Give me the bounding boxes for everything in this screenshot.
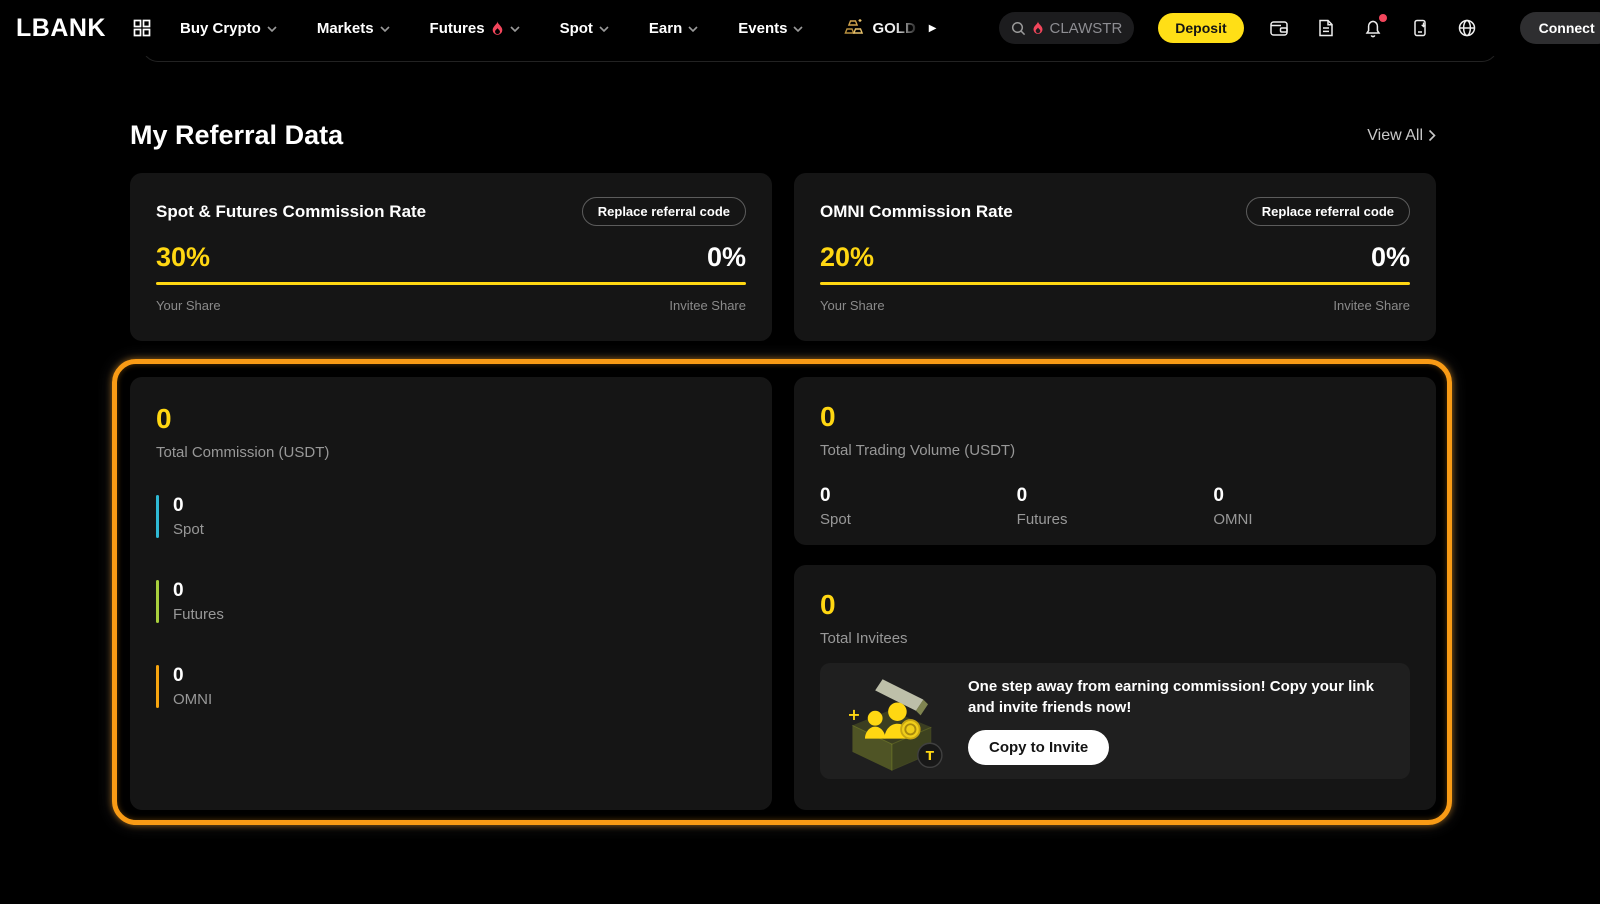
search-value: CLAWSTR <box>1050 20 1123 37</box>
share-ratio-bar <box>156 282 746 285</box>
invitee-share-label: Invitee Share <box>1333 298 1410 313</box>
spot-color-bar <box>156 495 159 538</box>
total-commission-card: 0 Total Commission (USDT) 0 Spot 0 <box>130 377 772 810</box>
omni-volume-value: 0 <box>1213 485 1410 507</box>
flame-icon <box>491 21 504 36</box>
main-nav: Buy Crypto Markets Futures Spot Earn <box>180 20 803 37</box>
search-icon <box>1011 21 1026 36</box>
view-all-link[interactable]: View All <box>1367 127 1436 145</box>
nav-spot[interactable]: Spot <box>560 20 609 37</box>
spot-commission-value: 0 <box>173 495 204 517</box>
invitee-share-label: Invitee Share <box>669 298 746 313</box>
commission-item-omni: 0 OMNI <box>156 665 746 708</box>
connect-wallet-button[interactable]: Connect <box>1520 12 1600 44</box>
nav-gold-label: GOLD <box>872 20 915 37</box>
svg-text:T: T <box>926 749 935 763</box>
volume-stat-spot: 0 Spot <box>820 485 1017 528</box>
nav-gold[interactable]: GOLD ▶ <box>843 18 936 38</box>
invite-promo-text: One step away from earning commission! C… <box>968 677 1388 718</box>
spot-commission-label: Spot <box>173 521 204 538</box>
caret-right-icon: ▶ <box>929 23 937 34</box>
rate-card-title: OMNI Commission Rate <box>820 202 1013 222</box>
chevron-down-icon <box>599 26 609 32</box>
chevron-down-icon <box>510 26 520 32</box>
nav-markets-label: Markets <box>317 20 374 37</box>
nav-buy-crypto[interactable]: Buy Crypto <box>180 20 277 37</box>
futures-volume-label: Futures <box>1017 511 1214 528</box>
your-share-label: Your Share <box>820 298 885 313</box>
chevron-down-icon <box>793 26 803 32</box>
chevron-right-icon <box>1428 129 1436 142</box>
nav-futures[interactable]: Futures <box>430 20 520 37</box>
spot-futures-rate-card: Spot & Futures Commission Rate Replace r… <box>130 173 772 341</box>
page-title: My Referral Data <box>130 120 343 151</box>
chevron-down-icon <box>380 26 390 32</box>
invitee-share-rate: 0% <box>1371 242 1410 273</box>
omni-volume-label: OMNI <box>1213 511 1410 528</box>
grid-icon <box>132 18 152 38</box>
trending-flame-icon <box>1032 21 1044 35</box>
orders-document-icon[interactable] <box>1315 17 1337 39</box>
omni-color-bar <box>156 665 159 708</box>
svg-text:+: + <box>847 705 860 724</box>
commission-item-futures: 0 Futures <box>156 580 746 623</box>
nav-earn-label: Earn <box>649 20 682 37</box>
replace-referral-code-button[interactable]: Replace referral code <box>582 197 746 226</box>
spot-volume-value: 0 <box>820 485 1017 507</box>
notification-badge-dot <box>1379 14 1387 22</box>
top-navigation-bar: LBANK Buy Crypto Markets Futures <box>0 0 1600 56</box>
invitee-share-rate: 0% <box>707 242 746 273</box>
volume-stat-futures: 0 Futures <box>1017 485 1214 528</box>
your-share-rate: 20% <box>820 242 874 273</box>
copy-to-invite-button[interactable]: Copy to Invite <box>968 730 1109 765</box>
app-download-icon[interactable] <box>1409 17 1431 39</box>
futures-color-bar <box>156 580 159 623</box>
futures-commission-label: Futures <box>173 606 224 623</box>
wallet-icon[interactable] <box>1268 17 1290 39</box>
search-input[interactable]: CLAWSTR <box>999 12 1135 44</box>
total-volume-label: Total Trading Volume (USDT) <box>820 442 1410 459</box>
apps-grid-button[interactable] <box>132 18 152 38</box>
view-all-label: View All <box>1367 127 1423 145</box>
rate-card-title: Spot & Futures Commission Rate <box>156 202 426 222</box>
language-globe-icon[interactable] <box>1456 17 1478 39</box>
nav-markets[interactable]: Markets <box>317 20 390 37</box>
notifications-bell-icon[interactable] <box>1362 17 1384 39</box>
chevron-down-icon <box>267 26 277 32</box>
commission-item-spot: 0 Spot <box>156 495 746 538</box>
lbank-logo[interactable]: LBANK <box>16 14 106 43</box>
your-share-label: Your Share <box>156 298 221 313</box>
replace-referral-code-button[interactable]: Replace referral code <box>1246 197 1410 226</box>
total-invitees-value: 0 <box>820 591 1410 619</box>
gift-box-illustration: + T <box>834 670 946 772</box>
nav-futures-label: Futures <box>430 20 485 37</box>
futures-volume-value: 0 <box>1017 485 1214 507</box>
header-icons <box>1268 17 1478 39</box>
spot-volume-label: Spot <box>820 511 1017 528</box>
total-invitees-card: 0 Total Invitees <box>794 565 1436 810</box>
omni-commission-label: OMNI <box>173 691 212 708</box>
gold-bars-icon <box>843 18 865 38</box>
nav-earn[interactable]: Earn <box>649 20 698 37</box>
volume-stat-omni: 0 OMNI <box>1213 485 1410 528</box>
deposit-button[interactable]: Deposit <box>1158 13 1243 43</box>
invite-promo-banner: + T One step away from earning commissio… <box>820 663 1410 779</box>
nav-buy-crypto-label: Buy Crypto <box>180 20 261 37</box>
your-share-rate: 30% <box>156 242 210 273</box>
omni-rate-card: OMNI Commission Rate Replace referral co… <box>794 173 1436 341</box>
trading-volume-card: 0 Total Trading Volume (USDT) 0 Spot 0 F… <box>794 377 1436 545</box>
total-invitees-label: Total Invitees <box>820 630 1410 647</box>
total-volume-value: 0 <box>820 403 1410 431</box>
omni-commission-value: 0 <box>173 665 212 687</box>
referral-data-section: My Referral Data View All Spot & Futures… <box>130 120 1436 810</box>
total-commission-value: 0 <box>156 405 746 433</box>
nav-events-label: Events <box>738 20 787 37</box>
chevron-down-icon <box>688 26 698 32</box>
nav-events[interactable]: Events <box>738 20 803 37</box>
futures-commission-value: 0 <box>173 580 224 602</box>
nav-spot-label: Spot <box>560 20 593 37</box>
total-commission-label: Total Commission (USDT) <box>156 444 746 461</box>
share-ratio-bar <box>820 282 1410 285</box>
